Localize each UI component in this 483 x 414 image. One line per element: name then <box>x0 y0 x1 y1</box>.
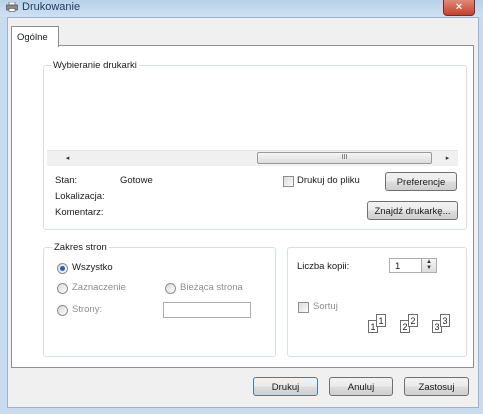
location-label: Lokalizacja: <box>55 191 105 202</box>
printer-list[interactable] <box>47 72 458 150</box>
close-button[interactable]: × <box>443 0 475 16</box>
scroll-left-icon[interactable]: ◂ <box>61 152 74 165</box>
printer-list-scrollbar[interactable]: ◂ III ▸ <box>47 150 458 166</box>
copies-stepper[interactable]: 1 ▲ ▼ <box>389 258 437 273</box>
cancel-button[interactable]: Anuluj <box>329 377 393 396</box>
scrollbar-grip-icon: III <box>341 154 348 161</box>
print-to-file-checkbox[interactable] <box>283 176 294 187</box>
copies-label: Liczba kopii: <box>297 261 350 272</box>
comment-label: Komentarz: <box>55 207 104 218</box>
current-page-label[interactable]: Bieżąca strona <box>180 282 243 293</box>
print-button[interactable]: Drukuj <box>253 377 318 396</box>
status-label: Stan: <box>55 175 78 186</box>
collate-label[interactable]: Sortuj <box>313 301 338 312</box>
printer-selection-legend: Wybieranie drukarki <box>51 60 139 71</box>
close-icon: × <box>455 1 463 13</box>
pages-input[interactable] <box>163 302 251 318</box>
page-range-legend: Zakres stron <box>52 242 109 253</box>
spin-down-icon[interactable]: ▼ <box>422 265 436 271</box>
collate-page: 1 <box>376 314 386 327</box>
tab-general[interactable]: Ogólne <box>11 26 59 47</box>
collate-illustration: 1 1 2 2 3 3 <box>368 310 460 340</box>
current-page-radio[interactable] <box>165 283 176 294</box>
window-title: Drukowanie <box>22 1 81 13</box>
selection-radio[interactable] <box>57 283 68 294</box>
tab-general-label: Ogólne <box>17 32 48 43</box>
copies-spin-buttons[interactable]: ▲ ▼ <box>421 259 436 272</box>
collate-page: 2 <box>408 314 418 327</box>
pages-radio[interactable] <box>57 305 68 316</box>
title-bar: Drukowanie × <box>0 0 483 17</box>
find-printer-button[interactable]: Znajdź drukarkę... <box>367 201 458 220</box>
status-value: Gotowe <box>120 175 153 186</box>
print-dialog-window: Drukowanie × Ogólne Wybieranie drukarki … <box>0 0 483 414</box>
pages-label[interactable]: Strony: <box>72 304 102 315</box>
all-pages-label[interactable]: Wszystko <box>72 262 113 273</box>
selection-label[interactable]: Zaznaczenie <box>72 282 126 293</box>
print-to-file-label[interactable]: Drukuj do pliku <box>297 175 360 186</box>
printer-icon <box>6 2 18 12</box>
copies-value: 1 <box>395 261 401 272</box>
scrollbar-thumb[interactable]: III <box>257 152 432 164</box>
apply-button[interactable]: Zastosuj <box>404 377 469 396</box>
preferences-button[interactable]: Preferencje <box>385 172 457 191</box>
collate-checkbox[interactable] <box>298 302 309 313</box>
scroll-right-icon[interactable]: ▸ <box>441 152 454 165</box>
all-pages-radio[interactable] <box>57 263 68 274</box>
collate-page: 3 <box>440 314 450 327</box>
